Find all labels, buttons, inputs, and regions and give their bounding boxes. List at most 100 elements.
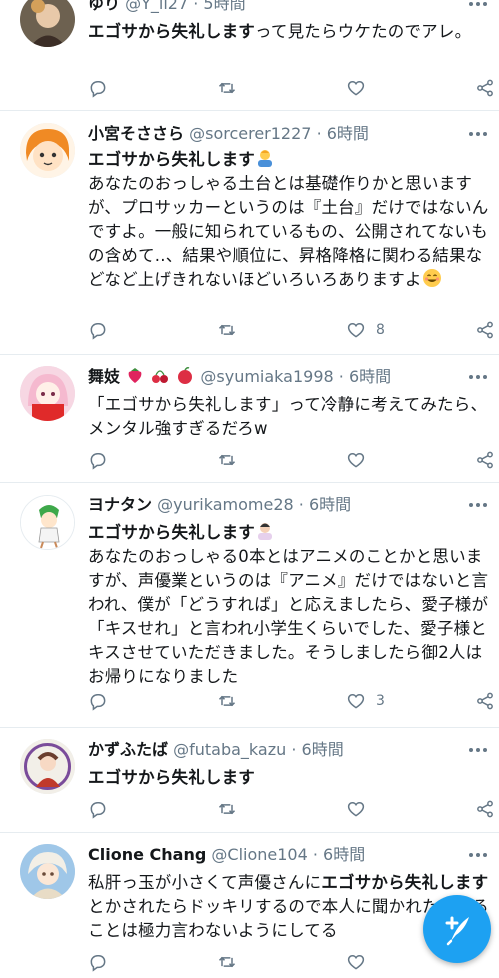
share-button[interactable] xyxy=(475,797,495,821)
more-dots-icon[interactable] xyxy=(469,740,491,760)
reply-icon xyxy=(90,694,106,711)
retweet-button[interactable] xyxy=(217,76,237,100)
like-button[interactable] xyxy=(346,950,376,974)
tweet-header: 小宮そささら @sorcerer1227 · 6時間 xyxy=(88,120,489,148)
tweet-actions xyxy=(88,76,493,100)
reply-icon xyxy=(90,81,106,98)
share-icon xyxy=(477,79,493,97)
user-handle[interactable]: @sorcerer1227 xyxy=(189,124,311,143)
tweet[interactable]: 小宮そささら @sorcerer1227 · 6時間 エゴサから失礼します あな… xyxy=(0,111,499,355)
share-button[interactable] xyxy=(475,689,495,713)
tweet-header: 舞妓 @syumiaka1998 · 6時間 xyxy=(88,363,489,391)
avatar[interactable] xyxy=(20,123,75,178)
user-handle[interactable]: @futaba_kazu xyxy=(173,740,286,759)
heart-icon xyxy=(347,452,365,468)
reply-button[interactable] xyxy=(88,689,108,713)
heart-icon xyxy=(347,954,365,970)
heart-icon xyxy=(347,322,365,338)
reply-button[interactable] xyxy=(88,797,108,821)
like-button[interactable] xyxy=(346,76,376,100)
avatar[interactable] xyxy=(20,495,75,550)
heart-icon xyxy=(347,801,365,817)
display-name[interactable]: ヨナタン xyxy=(88,495,152,514)
timestamp[interactable]: 6時間 xyxy=(302,740,344,759)
display-name[interactable]: 小宮そささら xyxy=(88,124,184,143)
strawberry-emoji-icon xyxy=(128,368,142,383)
tweet-actions xyxy=(88,797,493,821)
tweet-text-body: 「エゴサから失礼します」って冷静に考えてみたら、メンタル強すぎるだろw xyxy=(88,395,488,438)
retweet-icon xyxy=(218,803,236,815)
tweet-text: エゴサから失礼します あなたのおっしゃる0本とはアニメのことかと思いますが、声優… xyxy=(88,521,489,689)
cherries-emoji-icon xyxy=(152,370,169,383)
like-button[interactable]: 8 xyxy=(346,318,385,342)
user-handle[interactable]: @syumiaka1998 xyxy=(200,367,333,386)
retweet-button[interactable] xyxy=(217,689,237,713)
avatar[interactable] xyxy=(20,0,75,47)
retweet-button[interactable] xyxy=(217,318,237,342)
retweet-icon xyxy=(218,82,236,94)
user-handle[interactable]: @Y_ll27 xyxy=(125,0,188,13)
tweet-text-body: あなたのおっしゃる0本とはアニメのことかと思いますが、声優業というのは『アニメ』… xyxy=(88,547,489,686)
retweet-icon xyxy=(218,454,236,466)
like-button[interactable] xyxy=(346,797,376,821)
retweet-button[interactable] xyxy=(217,448,237,472)
share-icon xyxy=(477,451,493,469)
like-count: 8 xyxy=(376,322,385,338)
share-button[interactable] xyxy=(475,448,495,472)
separator-dot: · xyxy=(338,367,344,386)
share-button[interactable] xyxy=(475,76,495,100)
reply-button[interactable] xyxy=(88,448,108,472)
avatar[interactable] xyxy=(20,366,75,421)
reply-button[interactable] xyxy=(88,950,108,974)
display-name[interactable]: 舞妓 xyxy=(88,367,120,386)
like-button[interactable]: 3 xyxy=(346,689,385,713)
reply-button[interactable] xyxy=(88,318,108,342)
more-dots-icon[interactable] xyxy=(469,495,491,515)
retweet-button[interactable] xyxy=(217,950,237,974)
user-handle[interactable]: @Clione104 xyxy=(211,845,307,864)
share-icon xyxy=(477,321,493,339)
tweet-header: かずふたば @futaba_kazu · 6時間 xyxy=(88,736,489,764)
reply-icon xyxy=(90,955,106,972)
user-handle[interactable]: @yurikamome28 xyxy=(157,495,294,514)
display-name[interactable]: Clione Chang xyxy=(88,845,206,864)
separator-dot: · xyxy=(291,740,297,759)
tweet-text-bold: エゴサから失礼します xyxy=(88,768,255,787)
compose-tweet-button[interactable] xyxy=(423,895,491,963)
more-dots-icon[interactable] xyxy=(469,124,491,144)
tweet[interactable]: ゆり @Y_ll27 · 5時間 エゴサから失礼しますって見たらウケたのでアレ。 xyxy=(0,0,499,111)
more-dots-icon[interactable] xyxy=(469,367,491,387)
like-button[interactable] xyxy=(346,448,376,472)
timestamp[interactable]: 6時間 xyxy=(327,124,369,143)
avatar[interactable] xyxy=(20,739,75,794)
compose-tweet-icon xyxy=(445,916,469,946)
separator-dot: · xyxy=(298,495,304,514)
timestamp[interactable]: 6時間 xyxy=(323,845,365,864)
display-name[interactable]: ゆり xyxy=(88,0,120,13)
tweet-text: エゴサから失礼します あなたのおっしゃる土台とは基礎作りかと思いますが、プロサッ… xyxy=(88,148,489,292)
tweet[interactable]: ヨナタン @yurikamome28 · 6時間 エゴサから失礼します あなたの… xyxy=(0,483,499,728)
tweet-text-bold: エゴサから失礼します xyxy=(88,22,255,41)
more-dots-icon[interactable] xyxy=(469,0,491,14)
tweet[interactable]: 舞妓 @syumiaka1998 · 6時間 「エゴサから失礼します」って冷静に… xyxy=(0,355,499,483)
timestamp[interactable]: 6時間 xyxy=(349,367,391,386)
tweet-text: エゴサから失礼しますって見たらウケたのでアレ。 xyxy=(88,20,489,44)
reply-button[interactable] xyxy=(88,76,108,100)
more-dots-icon[interactable] xyxy=(469,845,491,865)
like-count: 3 xyxy=(376,693,385,709)
tweet-header: Clione Chang @Clione104 · 6時間 xyxy=(88,841,489,869)
tweet-actions: 8 xyxy=(88,318,493,342)
avatar[interactable] xyxy=(20,844,75,899)
separator-dot: · xyxy=(316,124,322,143)
tweet[interactable]: かずふたば @futaba_kazu · 6時間 エゴサから失礼します xyxy=(0,728,499,833)
tweet-actions: 3 xyxy=(88,689,493,713)
timestamp[interactable]: 6時間 xyxy=(309,495,351,514)
smile-emoji-icon xyxy=(422,269,441,287)
tweet-text-bold: エゴサから失礼します xyxy=(88,523,255,542)
separator-dot: · xyxy=(193,0,199,13)
tweet-text-body: って見たらウケたのでアレ。 xyxy=(255,22,472,41)
retweet-button[interactable] xyxy=(217,797,237,821)
share-button[interactable] xyxy=(475,318,495,342)
display-name[interactable]: かずふたば xyxy=(88,740,168,759)
timestamp[interactable]: 5時間 xyxy=(203,0,245,13)
